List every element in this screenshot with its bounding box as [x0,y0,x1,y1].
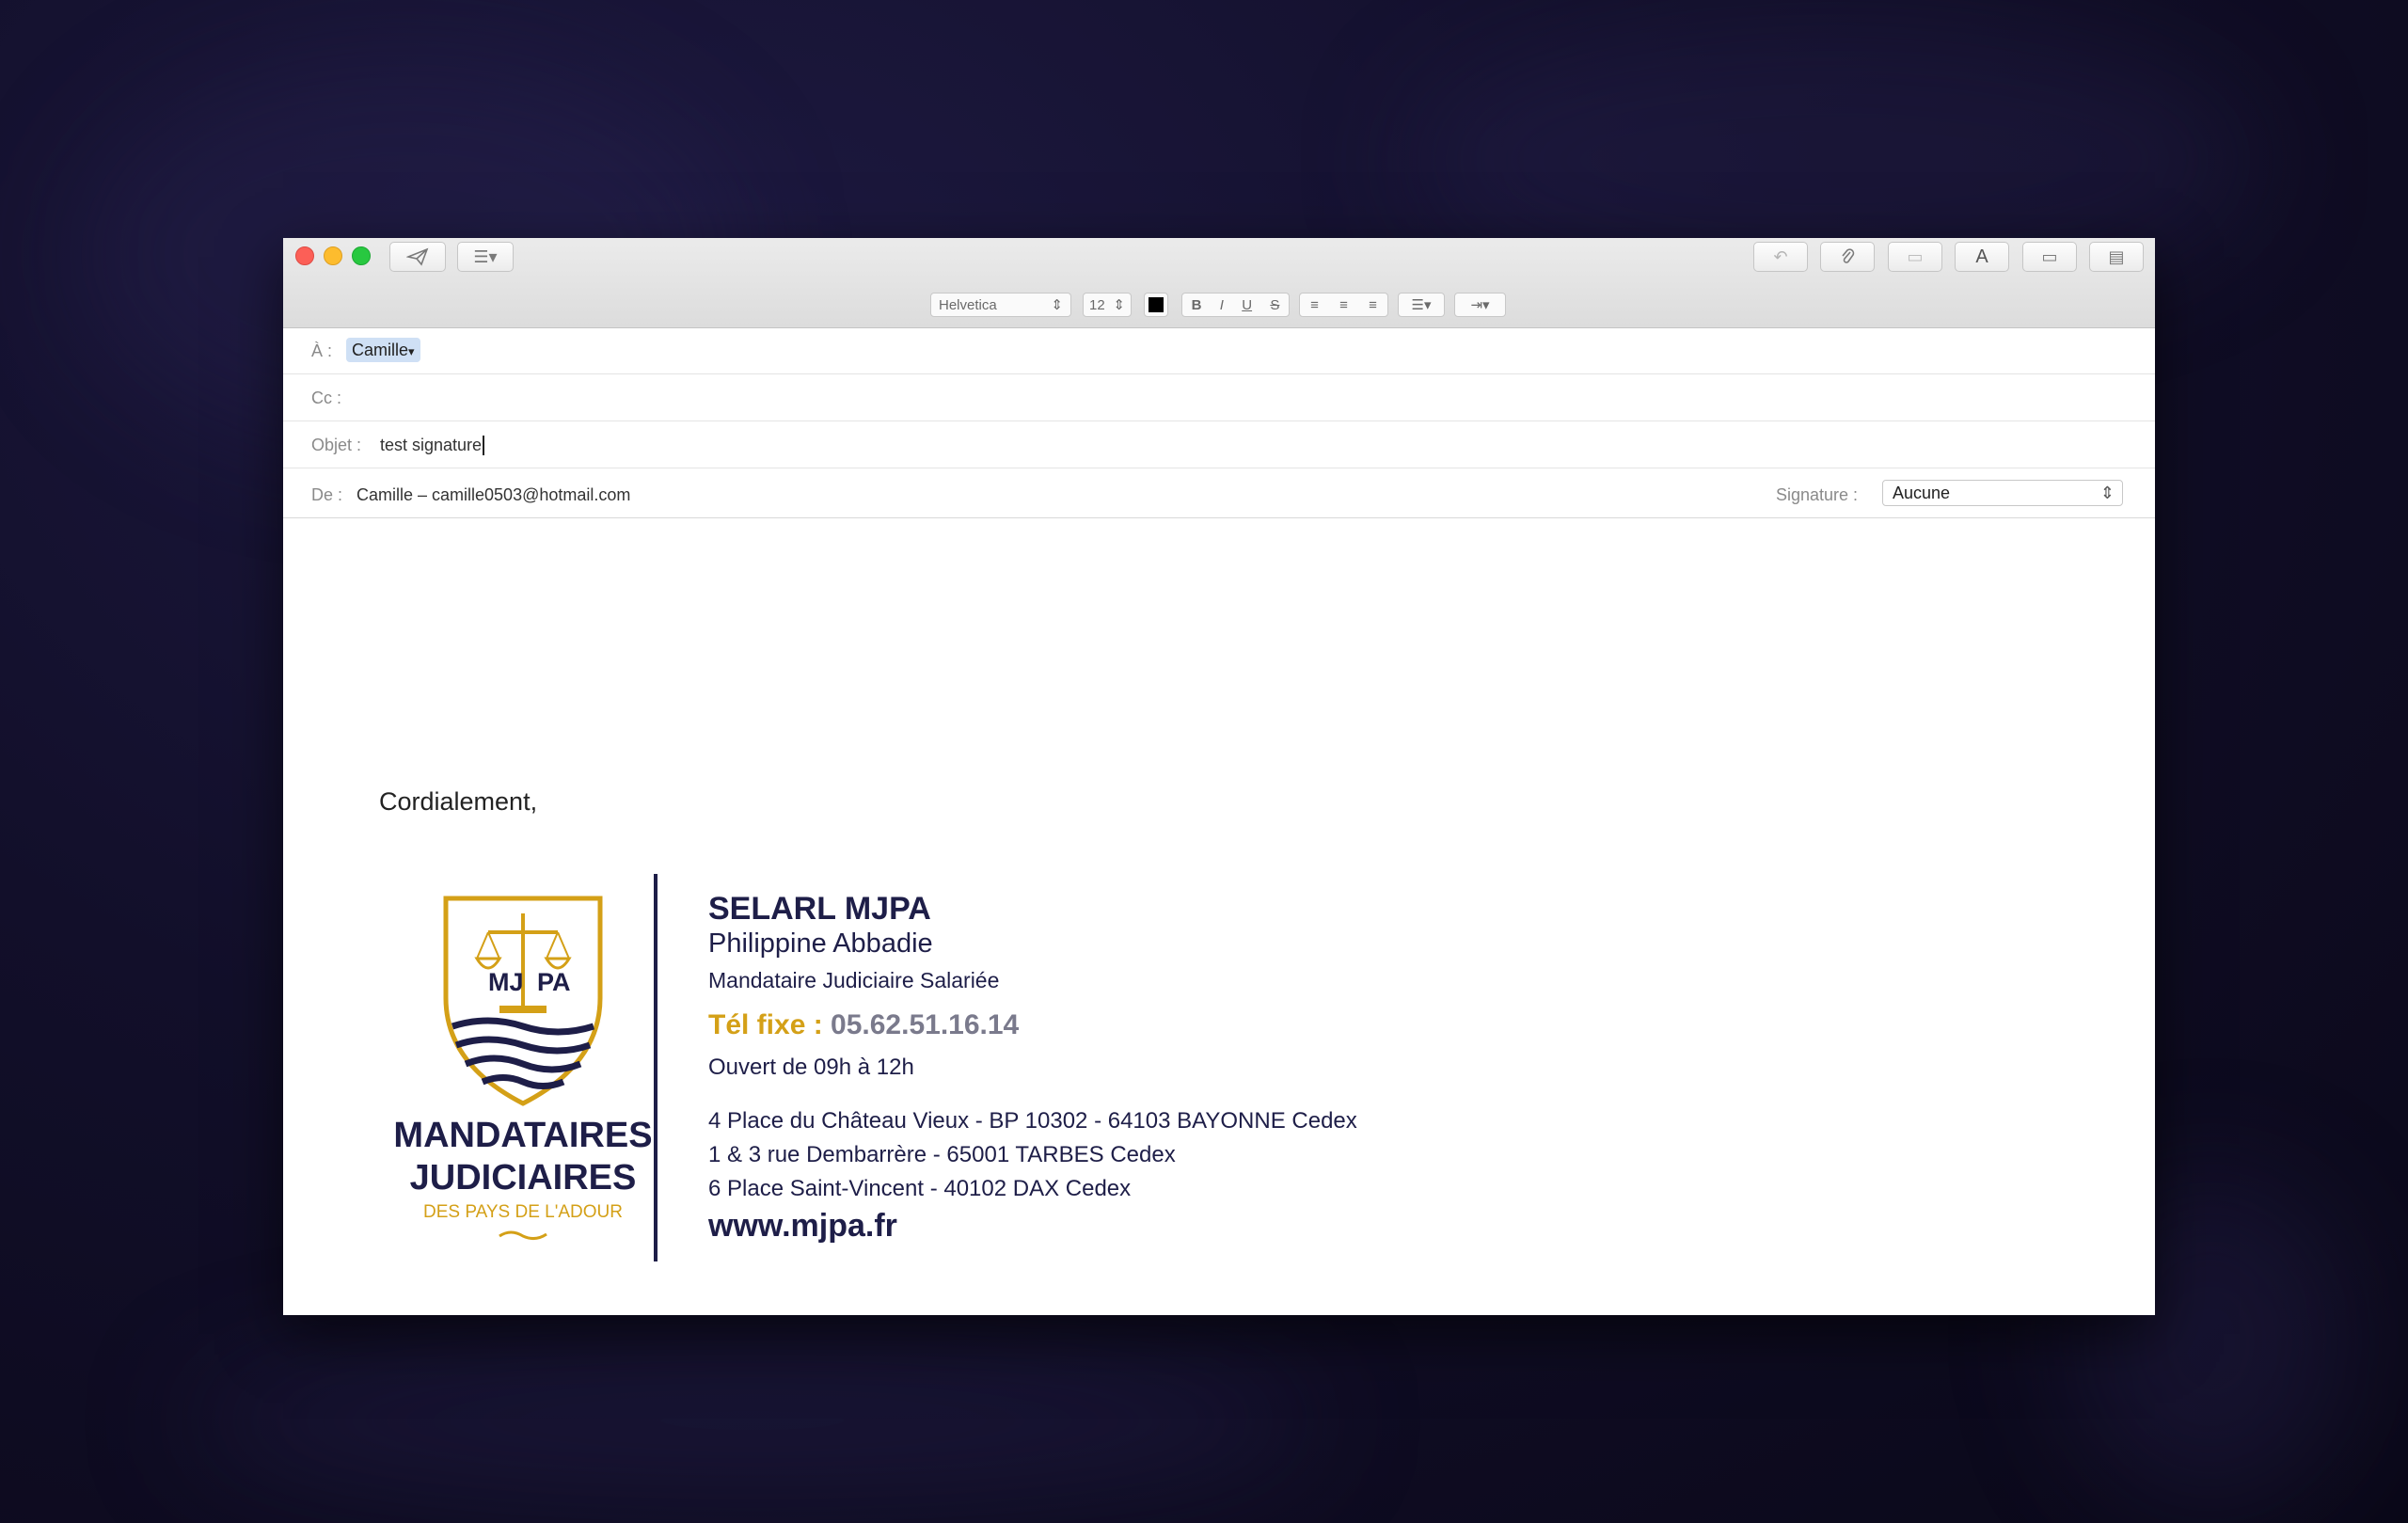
mail-compose-window: ☰▾ ↶ ▭ A ▭ ▤ Helvetica ⇕ 12 ⇕ B I U S ≡ … [283,238,2155,1315]
person-name: Philippine Abbadie [708,928,933,959]
font-family-select[interactable]: Helvetica ⇕ [930,293,1071,317]
strikethrough-button[interactable]: S [1270,297,1279,313]
alignment-buttons-group: ≡ ≡ ≡ [1299,293,1388,317]
wave-icon [499,1230,547,1241]
shield-scales-icon [443,896,603,1106]
logo-letters-left: MJ [488,968,524,996]
website-link[interactable]: www.mjpa.fr [708,1208,897,1245]
address-1: 4 Place du Château Vieux - BP 10302 - 64… [708,1108,1357,1134]
logo-letters-right: PA [537,968,571,996]
close-window-button[interactable] [295,246,314,265]
signature-label: Signature : [1776,485,1859,504]
bold-button[interactable]: B [1192,297,1202,313]
reply-arrow-icon: ↶ [1773,246,1788,266]
recipient-name: Camille [352,341,409,359]
minimize-window-button[interactable] [324,246,342,265]
stepper-icon: ⇕ [2099,484,2115,502]
send-icon [406,247,429,266]
reply-button[interactable]: ↶ [1753,242,1808,272]
to-label: À : [311,341,333,360]
subject-row: Objet : test signature [283,421,2155,468]
phone-number[interactable]: 05.62.51.16.14 [831,1009,1019,1040]
text-color-well[interactable] [1144,293,1168,317]
signature-value: Aucune [1893,484,1951,502]
to-row: À : Camille▾ [283,327,2155,374]
indent-icon: ⇥▾ [1470,297,1490,313]
format-font-button[interactable]: A [1955,242,2009,272]
logo-line-2: JUDICIAIRES [409,1158,637,1198]
subject-label: Objet : [311,436,362,454]
subject-input[interactable]: test signature [380,436,485,455]
document-icon: ▤ [2108,246,2125,266]
color-swatch [1149,297,1164,312]
logo-line-1: MANDATAIRES [393,1116,653,1155]
align-left-icon[interactable]: ≡ [1310,297,1319,313]
list-style-menu[interactable]: ☰▾ [1398,293,1445,317]
phone-line: Tél fixe : 05.62.51.16.14 [708,1009,1019,1041]
window-toolbar: ☰▾ ↶ ▭ A ▭ ▤ Helvetica ⇕ 12 ⇕ B I U S ≡ … [283,238,2155,328]
photo-browser-button[interactable]: ▭ [1888,242,1942,272]
indent-menu[interactable]: ⇥▾ [1454,293,1506,317]
from-select[interactable]: Camille – camille0503@hotmail.com [356,485,630,505]
font-size-select[interactable]: 12 ⇕ [1083,293,1132,317]
stepper-icon: ⇕ [1051,297,1063,313]
align-right-icon[interactable]: ≡ [1369,297,1377,313]
from-label: De : [311,485,343,504]
message-body[interactable]: Cordialement, MJ PA MANDATAIRES JUDICIAI… [283,518,2155,1315]
from-row: De : Camille – camille0503@hotmail.com S… [283,468,2155,518]
photo-icon: ▭ [1907,246,1924,266]
opening-hours: Ouvert de 09h à 12h [708,1055,914,1080]
cc-row[interactable]: Cc : [283,374,2155,421]
send-button[interactable] [389,242,446,272]
bullet-list-icon: ☰▾ [1411,297,1432,313]
stepper-icon: ⇕ [1113,297,1125,313]
signature-divider [654,874,657,1261]
address-2: 1 & 3 rue Dembarrère - 65001 TARBES Cede… [708,1142,1176,1167]
header-fields-menu-button[interactable]: ☰▾ [457,242,514,272]
paperclip-icon [1842,248,1855,263]
font-size-value: 12 [1089,296,1105,313]
underline-button[interactable]: U [1242,297,1252,313]
cc-label: Cc : [311,389,342,407]
company-logo: MJ PA MANDATAIRES JUDICIAIRES DES PAYS D… [377,895,669,1252]
address-3: 6 Place Saint-Vincent - 40102 DAX Cedex [708,1176,1132,1201]
stationery-button[interactable]: ▤ [2089,242,2144,272]
chevron-down-icon: ▾ [408,344,415,358]
style-buttons-group: B I U S [1181,293,1290,317]
font-icon: A [1975,246,1988,267]
align-center-icon[interactable]: ≡ [1339,297,1348,313]
company-name: SELARL MJPA [708,891,931,927]
zoom-window-button[interactable] [352,246,371,265]
phone-label: Tél fixe : [708,1009,823,1040]
signature-select[interactable]: Aucune ⇕ [1882,480,2123,506]
window-icon: ▭ [2041,246,2058,266]
logo-line-3: DES PAYS DE L'ADOUR [423,1202,623,1222]
person-role: Mandataire Judiciaire Salariée [708,968,1000,992]
show-format-bar-button[interactable]: ▭ [2022,242,2077,272]
list-menu-icon: ☰▾ [473,246,498,266]
recipient-token[interactable]: Camille▾ [346,338,420,362]
italic-button[interactable]: I [1220,297,1224,313]
attach-button[interactable] [1820,242,1875,272]
greeting-text: Cordialement, [379,787,538,816]
font-family-value: Helvetica [939,296,997,313]
